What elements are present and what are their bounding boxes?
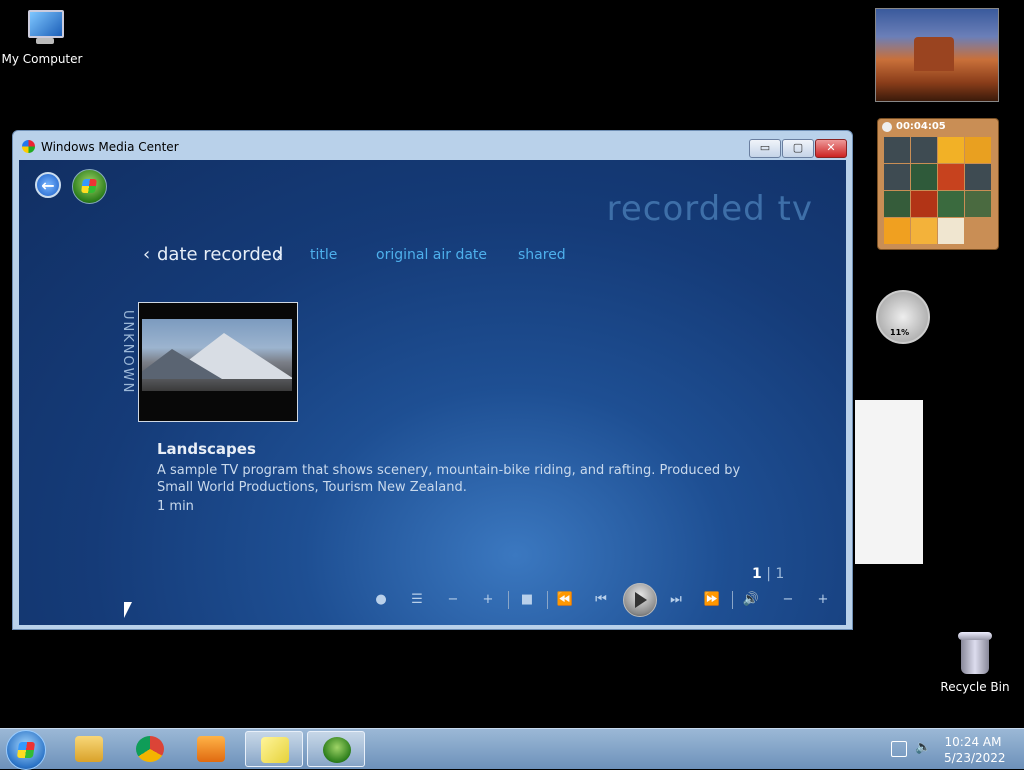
skip-back-button[interactable]: ⏮ <box>591 592 611 607</box>
channel-down-button[interactable]: − <box>443 592 463 607</box>
thumbnail-image <box>142 319 292 391</box>
channel-up-button[interactable]: + <box>478 592 498 607</box>
tab-shared[interactable]: shared <box>518 247 566 263</box>
transport-divider <box>732 591 733 609</box>
taskbar-media-center[interactable] <box>307 731 365 767</box>
meter-value: 11% <box>890 328 910 337</box>
media-player-icon <box>197 736 225 762</box>
sticky-notes-icon <box>261 737 289 763</box>
chrome-icon <box>136 736 164 762</box>
recording-thumbnail[interactable] <box>138 302 298 422</box>
desktop-icon-recycle-bin[interactable]: Recycle Bin <box>933 632 1017 694</box>
tab-title[interactable]: title <box>310 247 337 263</box>
media-center-icon <box>323 737 351 763</box>
windows-logo-icon <box>16 742 36 758</box>
taskbar-file-explorer[interactable] <box>60 731 118 767</box>
play-button[interactable] <box>623 583 657 617</box>
puzzle-timer: 00:04:05 <box>896 121 946 132</box>
fast-forward-button[interactable]: ⏩ <box>702 592 722 607</box>
tab-prev-arrow[interactable]: ‹ <box>143 244 150 265</box>
back-arrow-icon[interactable]: ← <box>35 172 61 198</box>
puzzle-grid[interactable] <box>884 137 991 244</box>
pager-current: 1 <box>752 566 762 582</box>
play-icon <box>635 592 647 608</box>
clock-date: 5/23/2022 <box>944 751 1006 765</box>
volume-icon[interactable]: 🔈 <box>915 740 931 755</box>
folder-icon <box>75 736 103 762</box>
skip-forward-button[interactable]: ⏭ <box>666 592 686 607</box>
clock-icon <box>882 122 892 132</box>
record-button[interactable]: ● <box>371 592 391 607</box>
page-title: recorded tv <box>606 189 813 229</box>
group-label: UNKNOWN <box>120 310 135 395</box>
program-duration: 1 min <box>157 499 194 514</box>
mute-button[interactable]: 🔊 <box>741 592 761 607</box>
stop-button[interactable]: ■ <box>517 592 537 607</box>
tab-date-recorded[interactable]: date recorded <box>157 244 283 265</box>
volume-down-button[interactable]: − <box>778 592 798 607</box>
guide-list-button[interactable]: ☰ <box>407 592 427 607</box>
media-center-icon <box>22 140 35 153</box>
window-title: Windows Media Center <box>41 140 179 154</box>
tab-next-arrow[interactable]: › <box>276 244 283 265</box>
desktop-icon-label: Recycle Bin <box>940 680 1010 694</box>
media-center-content: ← recorded tv ‹ date recorded › title or… <box>19 160 846 625</box>
volume-up-button[interactable]: + <box>813 592 833 607</box>
slideshow-gadget[interactable] <box>875 8 999 102</box>
program-description: A sample TV program that shows scenery, … <box>157 463 741 495</box>
taskbar: 🔈 10:24 AM 5/23/2022 <box>0 728 1024 770</box>
mouse-cursor-icon <box>124 602 132 618</box>
windows-start-orb-icon[interactable] <box>72 169 107 204</box>
transport-divider <box>508 591 509 609</box>
taskbar-media-player[interactable] <box>182 731 240 767</box>
rewind-button[interactable]: ⏪ <box>555 592 575 607</box>
taskbar-clock[interactable]: 10:24 AM 5/23/2022 <box>944 734 1006 766</box>
recycle-bin-icon <box>958 632 992 676</box>
pager: 1 | 1 <box>752 566 784 582</box>
start-button[interactable] <box>6 730 46 770</box>
desktop-icon-label: My Computer <box>1 52 83 66</box>
window-titlebar[interactable]: Windows Media Center ▭ ▢ ✕ <box>13 131 852 161</box>
desktop-icon-my-computer[interactable]: My Computer <box>0 8 84 66</box>
computer-icon <box>20 8 64 48</box>
picture-puzzle-gadget[interactable]: 00:04:05 <box>877 118 999 250</box>
minimize-button[interactable]: ▭ <box>749 139 781 158</box>
taskbar-chrome[interactable] <box>121 731 179 767</box>
close-button[interactable]: ✕ <box>815 139 847 158</box>
network-icon[interactable] <box>891 741 907 757</box>
pager-total: 1 <box>775 566 785 582</box>
maximize-button[interactable]: ▢ <box>782 139 814 158</box>
program-title: Landscapes <box>157 440 256 458</box>
notes-gadget[interactable] <box>855 400 923 564</box>
taskbar-sticky-notes[interactable] <box>245 731 303 767</box>
pager-separator: | <box>766 566 771 582</box>
cpu-meter-gadget[interactable]: 11% <box>876 290 930 344</box>
media-center-window: Windows Media Center ▭ ▢ ✕ ← recorded tv… <box>12 130 853 630</box>
tab-original-air-date[interactable]: original air date <box>376 247 487 263</box>
clock-time: 10:24 AM <box>944 735 1002 749</box>
transport-divider <box>547 591 548 609</box>
